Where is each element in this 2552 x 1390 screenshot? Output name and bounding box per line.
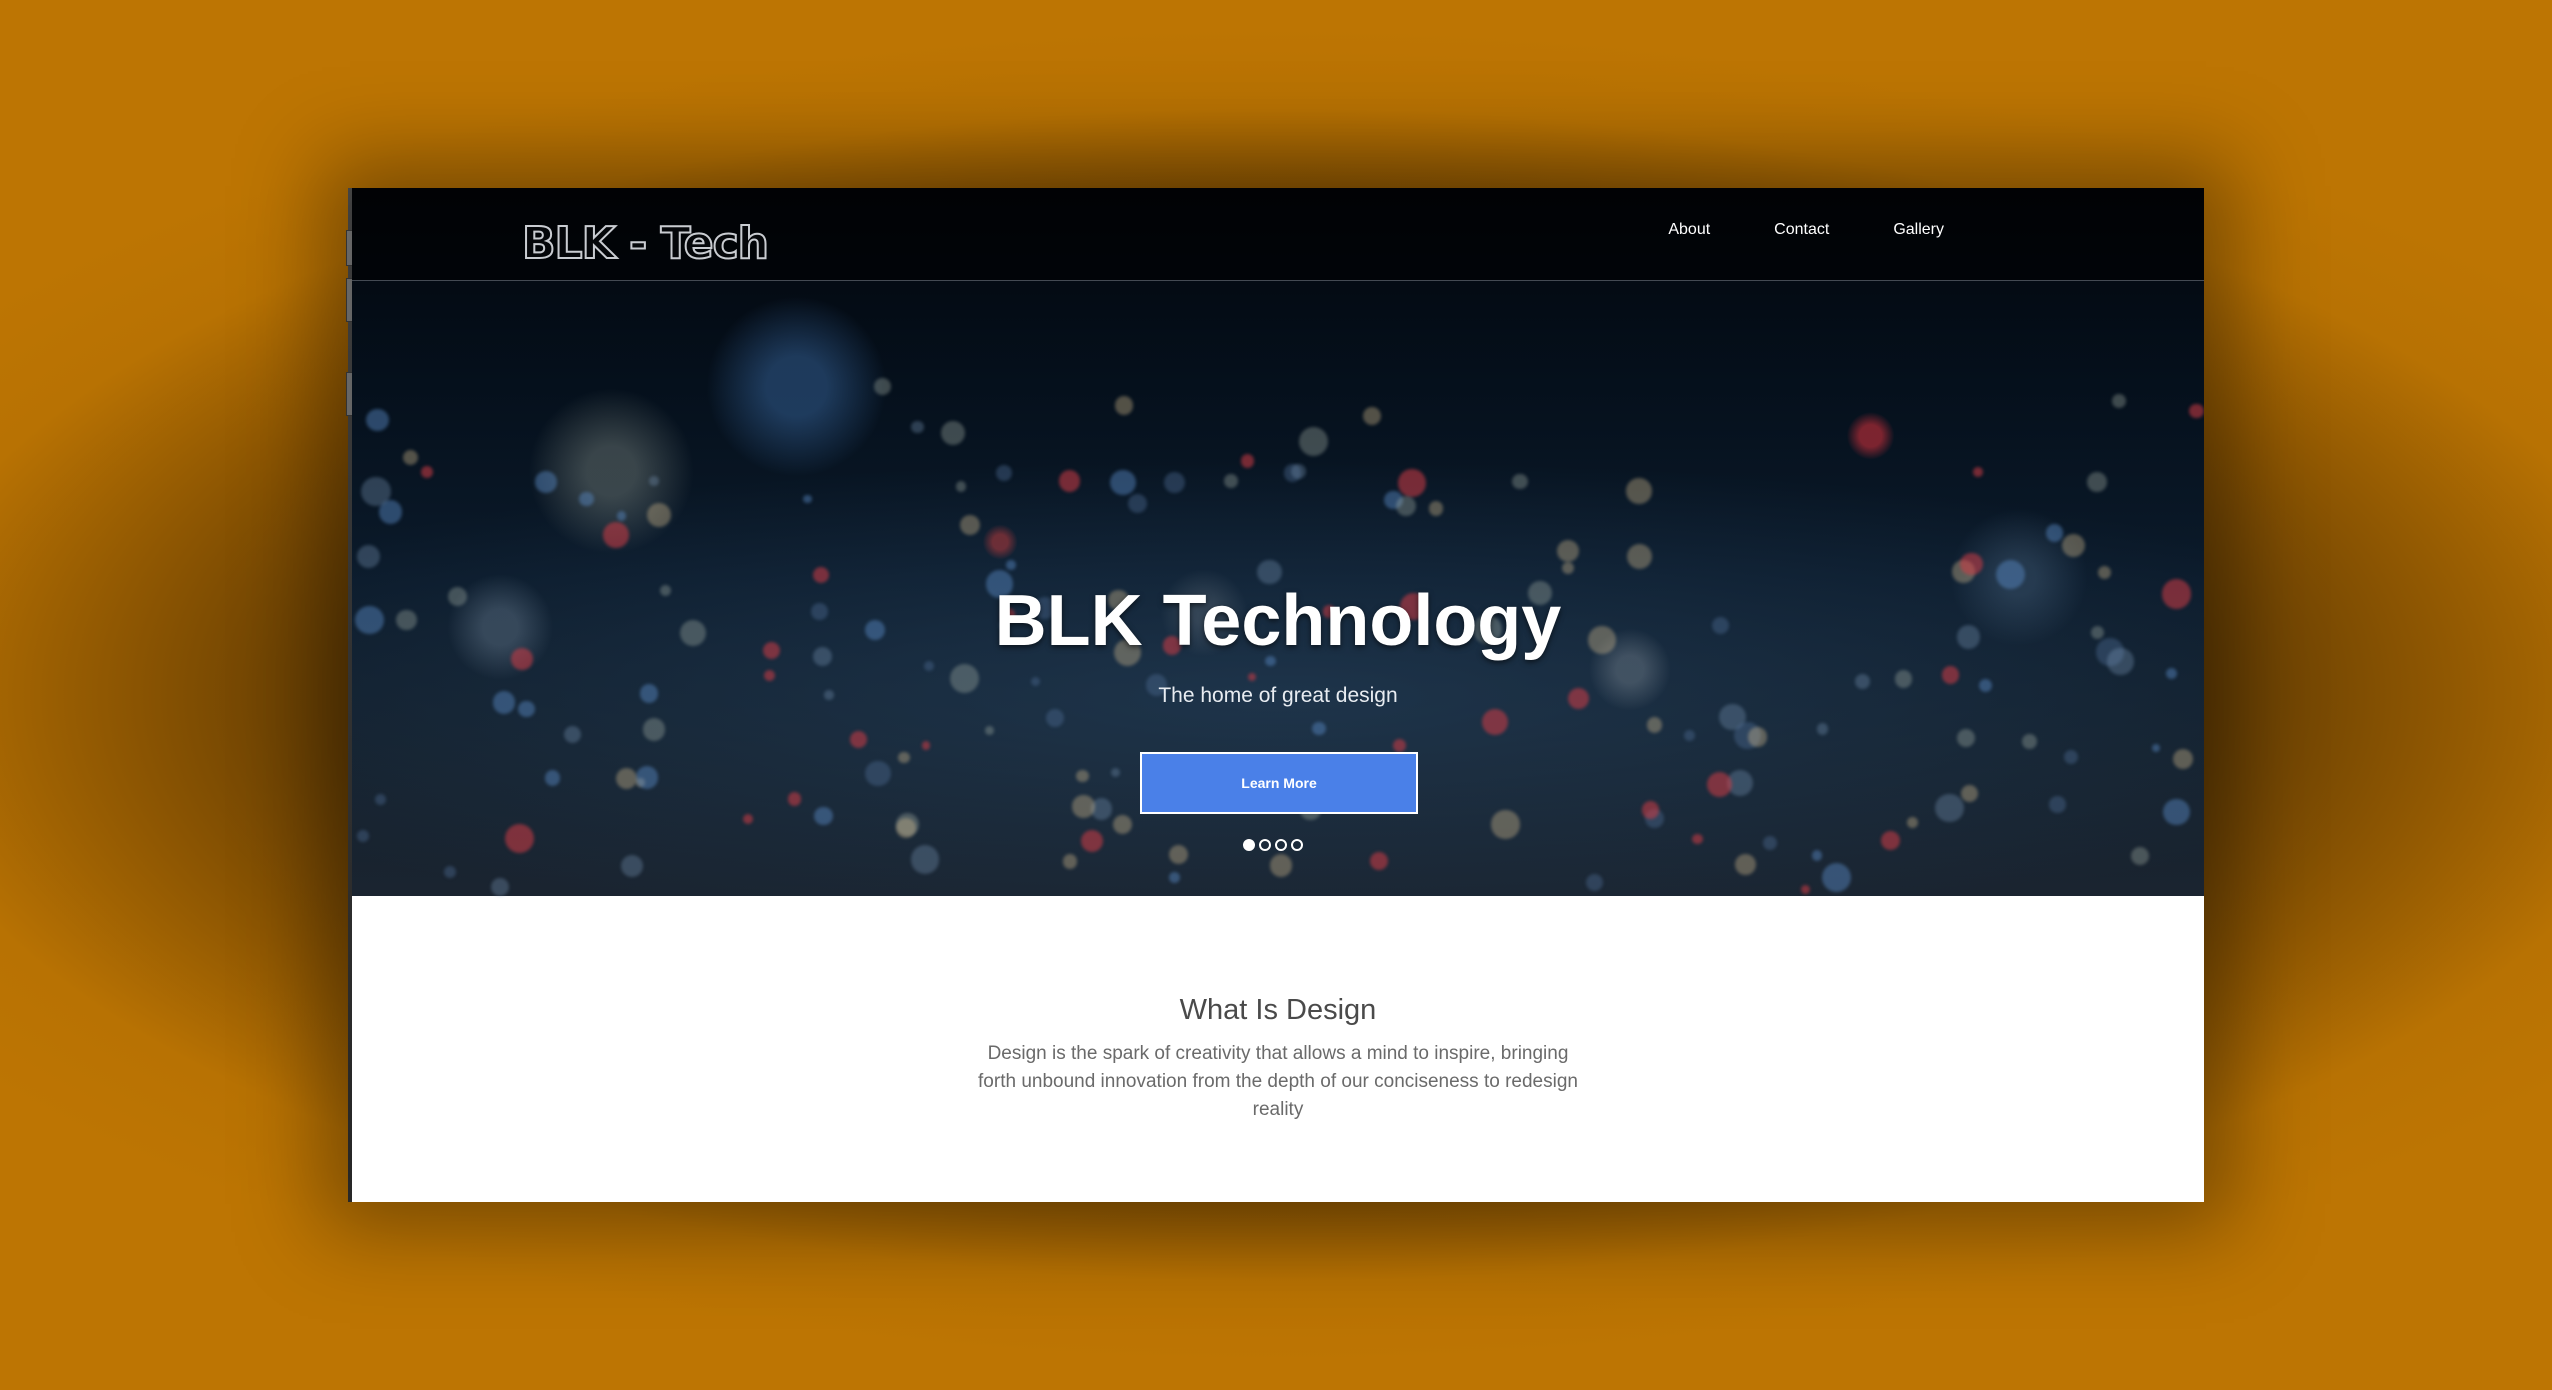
nav-link-contact[interactable]: Contact — [1774, 221, 1829, 239]
carousel-dot-2[interactable] — [1259, 839, 1271, 851]
carousel-dot-4[interactable] — [1291, 839, 1303, 851]
carousel-dot-1[interactable] — [1243, 839, 1255, 851]
brand-logo[interactable]: BLK - Tech — [521, 217, 770, 270]
nav-links: About Contact Gallery — [1668, 221, 1944, 239]
nav-link-about[interactable]: About — [1668, 221, 1710, 239]
nav-link-gallery[interactable]: Gallery — [1893, 221, 1944, 239]
learn-more-button[interactable]: Learn More — [1140, 752, 1418, 814]
hero-section: BLK - Tech About Contact Gallery BLK Tec… — [352, 188, 2204, 896]
carousel-indicators — [1243, 839, 1303, 851]
hero-title: BLK Technology — [994, 581, 1562, 661]
carousel-dot-3[interactable] — [1275, 839, 1287, 851]
section-body: Design is the spark of creativity that a… — [978, 1043, 1578, 1120]
browser-viewport: BLK - Tech About Contact Gallery BLK Tec… — [352, 188, 2204, 1202]
top-navbar: BLK - Tech About Contact Gallery — [352, 188, 2204, 281]
hero-subtitle: The home of great design — [1158, 684, 1398, 707]
section-title: What Is Design — [1179, 994, 1377, 1026]
